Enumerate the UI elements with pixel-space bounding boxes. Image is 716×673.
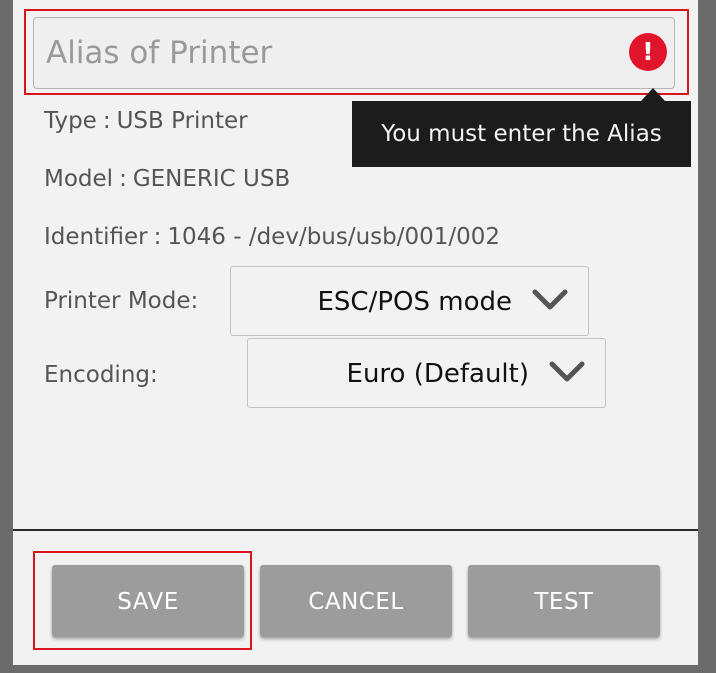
encoding-label: Encoding: bbox=[44, 362, 158, 388]
test-button[interactable]: TEST bbox=[468, 565, 660, 637]
separator: : bbox=[102, 108, 111, 134]
cancel-button[interactable]: CANCEL bbox=[260, 565, 452, 637]
printer-mode-selected-value: ESC/POS mode bbox=[317, 287, 513, 317]
alias-input[interactable] bbox=[33, 17, 675, 89]
encoding-select[interactable]: Euro (Default) bbox=[247, 338, 606, 408]
printer-identifier-value: 1046 - /dev/bus/usb/001/002 bbox=[167, 224, 501, 250]
separator: : bbox=[119, 166, 127, 192]
chevron-down-icon bbox=[549, 361, 585, 382]
printer-type-row: Type: USB Printer bbox=[44, 108, 248, 134]
error-icon: ! bbox=[629, 33, 667, 71]
printer-model-label: Model bbox=[44, 166, 114, 192]
save-button[interactable]: SAVE bbox=[52, 565, 244, 637]
separator: : bbox=[153, 224, 162, 250]
footer-divider bbox=[13, 529, 698, 531]
printer-model-row: Model: GENERIC USB bbox=[44, 166, 290, 192]
printer-type-value: USB Printer bbox=[116, 108, 248, 134]
error-tooltip-arrow bbox=[641, 88, 665, 101]
error-tooltip: You must enter the Alias bbox=[352, 101, 691, 167]
encoding-selected-value: Euro (Default) bbox=[346, 359, 529, 389]
printer-type-label: Type bbox=[44, 108, 97, 134]
printer-identifier-row: Identifier:1046 - /dev/bus/usb/001/002 bbox=[44, 224, 500, 250]
chevron-down-icon bbox=[532, 289, 568, 310]
printer-mode-label: Printer Mode: bbox=[44, 288, 199, 314]
printer-model-value: GENERIC USB bbox=[132, 166, 291, 192]
printer-identifier-label: Identifier bbox=[44, 224, 148, 250]
printer-mode-select[interactable]: ESC/POS mode bbox=[230, 266, 589, 336]
